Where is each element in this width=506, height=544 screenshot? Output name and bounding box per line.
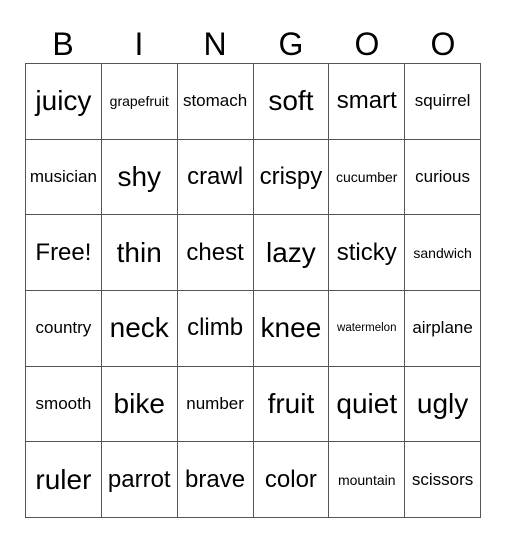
- bingo-cell[interactable]: bike: [101, 366, 178, 443]
- bingo-cell[interactable]: scissors: [405, 442, 481, 518]
- bingo-cell[interactable]: sandwich: [405, 215, 481, 291]
- header-letter: O: [354, 26, 380, 62]
- header-letter: O: [430, 26, 456, 62]
- bingo-cell[interactable]: airplane: [405, 290, 481, 367]
- bingo-cell[interactable]: juicy: [26, 64, 102, 140]
- bingo-cell[interactable]: color: [253, 442, 330, 518]
- bingo-cell[interactable]: chest: [177, 215, 254, 291]
- bingo-cell[interactable]: smart: [329, 64, 406, 140]
- bingo-cell[interactable]: country: [26, 290, 102, 367]
- header-letter: B: [52, 26, 74, 62]
- bingo-cell[interactable]: climb: [177, 290, 254, 367]
- bingo-cell[interactable]: soft: [253, 64, 330, 140]
- bingo-cell[interactable]: sticky: [329, 215, 406, 291]
- bingo-cell[interactable]: grapefruit: [101, 64, 178, 140]
- bingo-cell[interactable]: curious: [405, 139, 481, 216]
- bingo-cell[interactable]: parrot: [101, 442, 178, 518]
- bingo-cell[interactable]: fruit: [253, 366, 330, 443]
- bingo-cell[interactable]: knee: [253, 290, 330, 367]
- bingo-cell[interactable]: musician: [26, 139, 102, 216]
- bingo-cell[interactable]: thin: [101, 215, 178, 291]
- bingo-cell[interactable]: cucumber: [329, 139, 406, 216]
- bingo-cell[interactable]: brave: [177, 442, 254, 518]
- bingo-cell[interactable]: stomach: [177, 64, 254, 140]
- bingo-cell[interactable]: smooth: [26, 366, 102, 443]
- bingo-cell[interactable]: quiet: [329, 366, 406, 443]
- bingo-cell[interactable]: crawl: [177, 139, 254, 216]
- bingo-cell-free[interactable]: Free!: [26, 215, 102, 291]
- bingo-cell[interactable]: squirrel: [405, 64, 481, 140]
- header-letter: G: [278, 26, 304, 62]
- header-letter: I: [134, 26, 144, 62]
- bingo-header: B I N G O O: [25, 24, 481, 64]
- bingo-cell[interactable]: ugly: [405, 366, 481, 443]
- bingo-cell[interactable]: mountain: [329, 442, 406, 518]
- header-letter: N: [203, 26, 227, 62]
- bingo-cell[interactable]: neck: [101, 290, 178, 367]
- bingo-cell[interactable]: number: [177, 366, 254, 443]
- bingo-cell[interactable]: watermelon: [329, 290, 406, 367]
- bingo-cell[interactable]: ruler: [26, 442, 102, 518]
- bingo-grid: juicy grapefruit stomach soft smart squi…: [25, 63, 481, 518]
- bingo-cell[interactable]: crispy: [253, 139, 330, 216]
- bingo-cell[interactable]: shy: [101, 139, 178, 216]
- bingo-cell[interactable]: lazy: [253, 215, 330, 291]
